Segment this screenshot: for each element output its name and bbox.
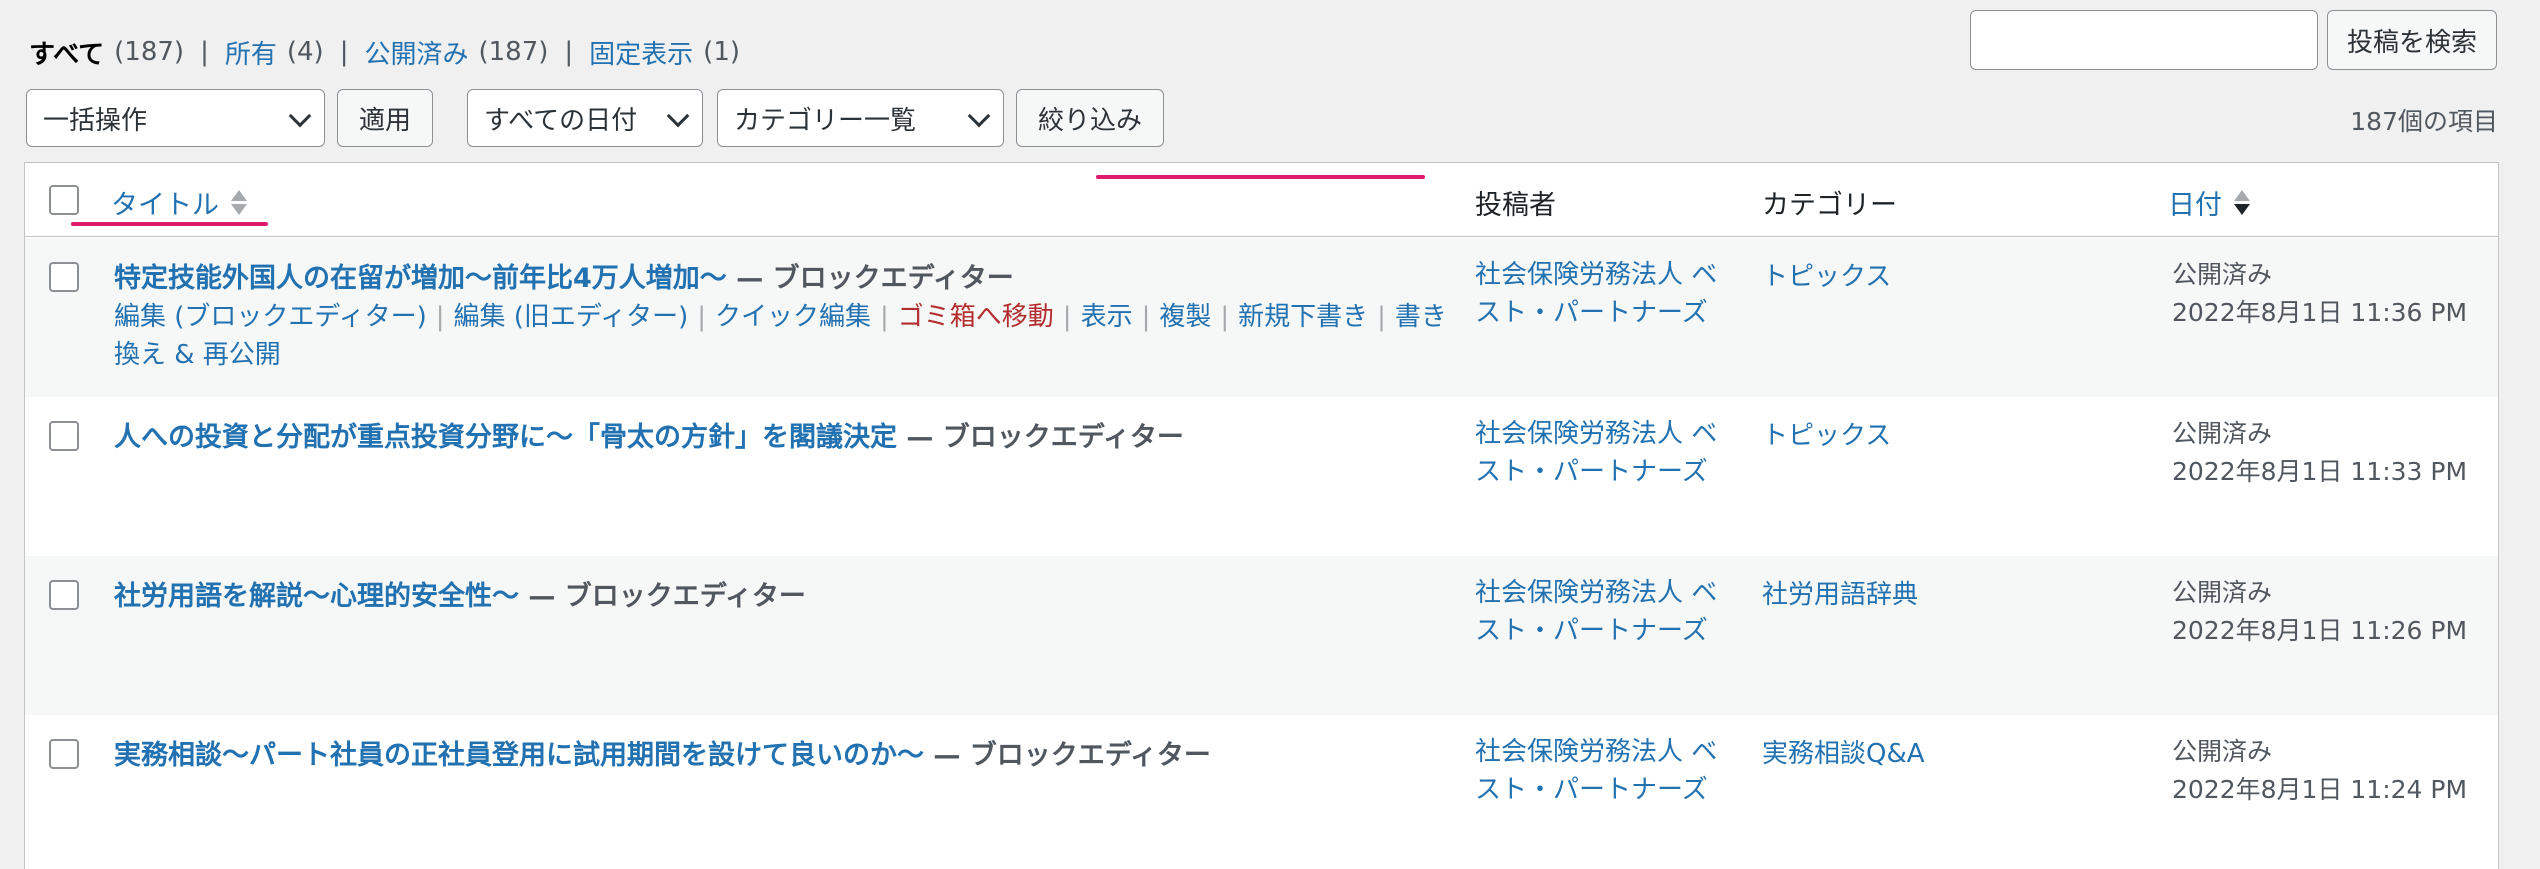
post-state: — ブロックエディター	[519, 581, 806, 612]
post-date: 公開済み 2022年8月1日 11:36 PM	[2172, 256, 2467, 332]
post-category-link[interactable]: 実務相談Q&A	[1762, 733, 1925, 770]
post-state: — ブロックエディター	[726, 263, 1014, 294]
sort-icon	[2234, 190, 2250, 215]
column-categories: カテゴリー	[1762, 190, 1897, 221]
select-all-checkbox[interactable]	[49, 185, 79, 215]
post-title: 特定技能外国人の在留が増加〜前年比4万人増加〜 — ブロックエディター	[114, 256, 1014, 295]
separator: |	[1220, 302, 1230, 332]
post-category-link[interactable]: 社労用語辞典	[1762, 574, 1918, 611]
chevron-down-icon	[666, 104, 690, 128]
separator: |	[1062, 302, 1072, 332]
post-status: 公開済み	[2172, 578, 2273, 607]
separator: |	[697, 302, 706, 332]
post-category-link[interactable]: トピックス	[1762, 256, 1891, 293]
date-filter-select[interactable]: すべての日付	[467, 89, 703, 147]
items-count: 187個の項目	[2350, 107, 2498, 136]
post-datetime: 2022年8月1日 11:36 PM	[2172, 298, 2468, 327]
status-link-published[interactable]: 公開済み	[364, 34, 468, 71]
post-date: 公開済み 2022年8月1日 11:26 PM	[2172, 574, 2467, 650]
post-datetime: 2022年8月1日 11:24 PM	[2172, 775, 2468, 804]
table-row: 社労用語を解説〜心理的安全性〜 — ブロックエディター 社会保険労務法人 ベスト…	[25, 556, 2498, 715]
posts-table: タイトル 投稿者 カテゴリー 日付 特定技能外国人の在留が増加〜前年比4万人増加…	[24, 162, 2499, 869]
post-status: 公開済み	[2172, 419, 2273, 448]
post-category-link[interactable]: トピックス	[1762, 415, 1891, 452]
column-title-sort[interactable]: タイトル	[111, 183, 247, 222]
category-filter-value: カテゴリー一覧	[734, 105, 917, 136]
post-title-link[interactable]: 実務相談〜パート社員の正社員登用に試用期間を設けて良いのか〜	[114, 740, 924, 771]
date-filter-value: すべての日付	[484, 105, 638, 136]
post-title: 実務相談〜パート社員の正社員登用に試用期間を設けて良いのか〜 — ブロックエディ…	[114, 733, 1211, 772]
post-title-link[interactable]: 人への投資と分配が重点投資分野に〜「骨太の方針」を閣議決定	[114, 422, 897, 453]
row-checkbox[interactable]	[49, 580, 79, 610]
chevron-down-icon	[288, 104, 312, 128]
status-link-sticky[interactable]: 固定表示	[589, 34, 693, 71]
column-title-label: タイトル	[111, 190, 219, 221]
post-status: 公開済み	[2172, 737, 2273, 766]
category-filter-select[interactable]: カテゴリー一覧	[717, 89, 1004, 147]
post-datetime: 2022年8月1日 11:26 PM	[2172, 616, 2468, 645]
bulk-action-select[interactable]: 一括操作	[26, 89, 325, 147]
status-count-all: (187)	[114, 37, 185, 67]
row-checkbox[interactable]	[49, 739, 79, 769]
status-link-all[interactable]: すべて	[29, 34, 104, 71]
filter-button[interactable]: 絞り込み	[1016, 89, 1164, 147]
status-count-published: (187)	[478, 37, 549, 67]
separator: |	[564, 37, 574, 67]
table-row: 実務相談〜パート社員の正社員登用に試用期間を設けて良いのか〜 — ブロックエディ…	[25, 715, 2498, 869]
view-link[interactable]: 表示	[1081, 302, 1133, 332]
column-date-sort[interactable]: 日付	[2168, 183, 2250, 222]
status-link-mine[interactable]: 所有	[225, 34, 277, 71]
duplicate-link[interactable]: 複製	[1159, 302, 1211, 332]
highlight-underline	[1096, 175, 1425, 179]
post-author-link[interactable]: 社会保険労務法人 ベスト・パートナーズ	[1475, 415, 1725, 491]
separator: |	[339, 37, 349, 67]
status-count-sticky: (1)	[703, 37, 741, 67]
trash-link[interactable]: ゴミ箱へ移動	[898, 302, 1054, 332]
table-row: 人への投資と分配が重点投資分野に〜「骨太の方針」を閣議決定 — ブロックエディタ…	[25, 397, 2498, 556]
quick-edit-link[interactable]: クイック編集	[715, 302, 871, 332]
row-checkbox[interactable]	[49, 421, 79, 451]
row-checkbox[interactable]	[49, 262, 79, 292]
row-actions: 編集 (ブロックエディター) | 編集 (旧エディター) | クイック編集 | ゴミ箱へ移動…	[114, 298, 1454, 374]
column-author: 投稿者	[1475, 190, 1556, 221]
edit-classic-link[interactable]: 編集 (旧エディター)	[454, 302, 689, 332]
post-datetime: 2022年8月1日 11:33 PM	[2172, 457, 2468, 486]
table-row: 特定技能外国人の在留が増加〜前年比4万人増加〜 — ブロックエディター 編集 (…	[25, 238, 2498, 397]
post-title-link[interactable]: 社労用語を解説〜心理的安全性〜	[114, 581, 519, 612]
separator: |	[1141, 302, 1151, 332]
post-date: 公開済み 2022年8月1日 11:24 PM	[2172, 733, 2467, 809]
highlight-underline	[71, 222, 268, 226]
bulk-action-value: 一括操作	[43, 105, 148, 136]
apply-button[interactable]: 適用	[337, 89, 433, 147]
separator: |	[200, 37, 209, 67]
post-state: — ブロックエディター	[897, 422, 1184, 453]
chevron-down-icon	[967, 104, 991, 128]
separator: |	[435, 302, 445, 332]
post-author-link[interactable]: 社会保険労務法人 ベスト・パートナーズ	[1475, 256, 1725, 332]
post-date: 公開済み 2022年8月1日 11:33 PM	[2172, 415, 2467, 491]
post-state: — ブロックエディター	[924, 740, 1211, 771]
post-status: 公開済み	[2172, 260, 2273, 289]
post-title: 人への投資と分配が重点投資分野に〜「骨太の方針」を閣議決定 — ブロックエディタ…	[114, 415, 1184, 454]
column-date-label: 日付	[2168, 190, 2222, 221]
search-input[interactable]	[1970, 10, 2318, 70]
status-count-mine: (4)	[286, 37, 324, 67]
sort-icon	[231, 190, 247, 215]
post-title: 社労用語を解説〜心理的安全性〜 — ブロックエディター	[114, 574, 806, 613]
search-posts-button[interactable]: 投稿を検索	[2327, 10, 2497, 70]
post-title-link[interactable]: 特定技能外国人の在留が増加〜前年比4万人増加〜	[114, 263, 727, 294]
status-filter-links: すべて (187) | 所有 (4) | 公開済み (187) | 固定表示 (…	[29, 32, 740, 72]
edit-block-link[interactable]: 編集 (ブロックエディター)	[114, 302, 427, 332]
separator: |	[880, 302, 889, 332]
separator: |	[1377, 302, 1386, 332]
post-author-link[interactable]: 社会保険労務法人 ベスト・パートナーズ	[1475, 733, 1725, 809]
post-author-link[interactable]: 社会保険労務法人 ベスト・パートナーズ	[1475, 574, 1725, 650]
new-draft-link[interactable]: 新規下書き	[1238, 302, 1368, 332]
